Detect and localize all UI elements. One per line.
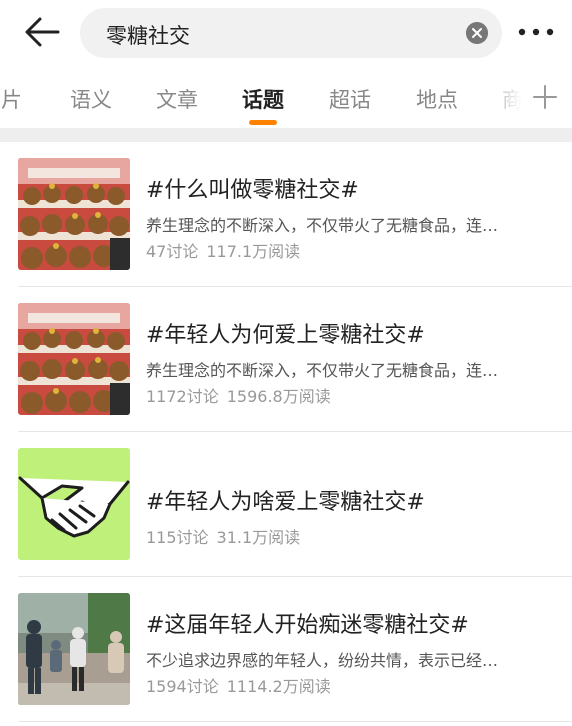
back-arrow-icon[interactable] bbox=[22, 14, 62, 50]
row-divider bbox=[18, 721, 572, 722]
topic-item[interactable]: #年轻人为何爱上零糖社交# 养生理念的不断深入，不仅带火了无糖食品，连… 117… bbox=[0, 287, 572, 431]
tab-super-topics[interactable]: 超话 bbox=[329, 84, 371, 114]
plush-toys-thumbnail bbox=[18, 158, 130, 270]
topic-stats: 47讨论 117.1万阅读 bbox=[146, 238, 300, 262]
handshake-thumbnail bbox=[18, 448, 130, 560]
discussion-count: 1594讨论 bbox=[146, 677, 219, 696]
discussion-count: 115讨论 bbox=[146, 528, 209, 547]
discussion-count: 1172讨论 bbox=[146, 387, 219, 406]
active-tab-indicator bbox=[249, 120, 277, 125]
topic-item[interactable]: #什么叫做零糖社交# 养生理念的不断深入，不仅带火了无糖食品，连… 47讨论 11… bbox=[0, 142, 572, 286]
search-category-tabs: 图片 语义 文章 话题 超话 地点 商 bbox=[0, 66, 572, 128]
tabs-fade-overlay bbox=[480, 66, 572, 128]
read-count: 1114.2万阅读 bbox=[226, 677, 331, 696]
read-count: 117.1万阅读 bbox=[206, 242, 301, 261]
topic-title: #年轻人为何爱上零糖社交# bbox=[146, 323, 425, 348]
discussion-count: 47讨论 bbox=[146, 242, 199, 261]
search-header: 零糖社交 bbox=[0, 0, 572, 64]
tab-places[interactable]: 地点 bbox=[416, 84, 458, 114]
topic-title: #什么叫做零糖社交# bbox=[146, 178, 359, 203]
search-input[interactable]: 零糖社交 bbox=[80, 8, 502, 58]
tab-articles[interactable]: 文章 bbox=[156, 84, 198, 114]
topic-title: #这届年轻人开始痴迷零糖社交# bbox=[146, 613, 469, 638]
topic-stats: 115讨论 31.1万阅读 bbox=[146, 524, 300, 548]
topic-stats: 1172讨论 1596.8万阅读 bbox=[146, 383, 331, 407]
people-photo-thumbnail bbox=[18, 593, 130, 705]
search-query-text: 零糖社交 bbox=[106, 24, 190, 48]
clear-search-icon[interactable] bbox=[466, 22, 488, 44]
topic-description: 养生理念的不断深入，不仅带火了无糖食品，连… bbox=[146, 361, 499, 380]
tab-semantic[interactable]: 语义 bbox=[70, 84, 112, 114]
topic-item[interactable]: #年轻人为啥爱上零糖社交# 115讨论 31.1万阅读 bbox=[0, 432, 572, 576]
topic-description: 不少追求边界感的年轻人，纷纷共情，表示已经… bbox=[146, 651, 499, 670]
topic-stats: 1594讨论 1114.2万阅读 bbox=[146, 673, 331, 697]
topic-item[interactable]: #这届年轻人开始痴迷零糖社交# 不少追求边界感的年轻人，纷纷共情，表示已经… 1… bbox=[0, 577, 572, 721]
tab-images[interactable]: 图片 bbox=[0, 84, 22, 114]
topic-title: #年轻人为啥爱上零糖社交# bbox=[146, 490, 425, 515]
topic-description: 养生理念的不断深入，不仅带火了无糖食品，连… bbox=[146, 216, 499, 235]
read-count: 1596.8万阅读 bbox=[226, 387, 331, 406]
section-divider bbox=[0, 128, 572, 142]
read-count: 31.1万阅读 bbox=[216, 528, 301, 547]
add-tab-icon[interactable] bbox=[532, 84, 558, 110]
plush-toys-thumbnail bbox=[18, 303, 130, 415]
more-options-icon[interactable] bbox=[516, 24, 556, 40]
tab-topics[interactable]: 话题 bbox=[242, 84, 284, 114]
